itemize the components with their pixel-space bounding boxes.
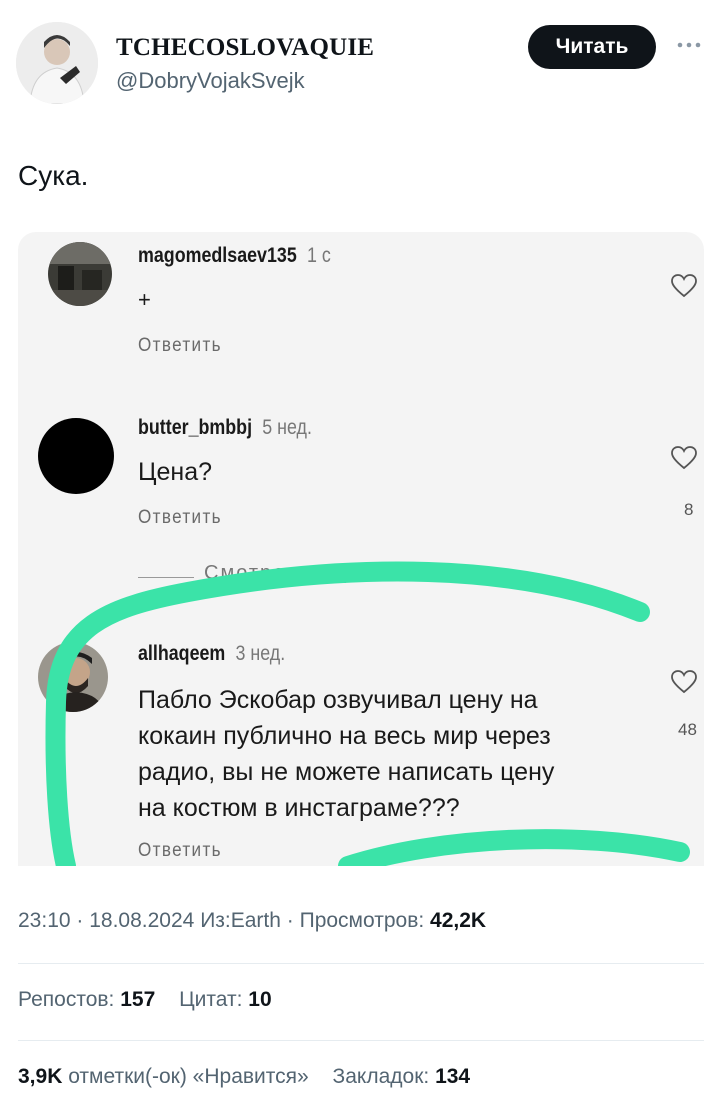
comment-text-line: кокаин публично на весь мир через xyxy=(138,722,551,750)
comment-text-line: Пабло Эскобар озвучивал цену на xyxy=(138,686,538,714)
quotes-stat[interactable]: Цитат: 10 xyxy=(179,988,272,1011)
comment-text: + xyxy=(138,287,151,312)
views-count: 42,2K xyxy=(430,909,487,932)
commenter-avatar xyxy=(38,642,108,712)
likes-label: отметки(-ок) «Нравится» xyxy=(68,1065,309,1088)
ellipsis-icon xyxy=(677,42,701,48)
heart-icon xyxy=(671,670,697,694)
tweet-time[interactable]: 23:10 xyxy=(18,909,71,932)
divider xyxy=(18,963,704,964)
like-count: 8 xyxy=(684,500,694,519)
heart-icon xyxy=(671,446,697,470)
photo-avatar-icon xyxy=(48,242,112,306)
divider xyxy=(18,1040,704,1041)
comment-reply-label: Ответить xyxy=(138,507,222,528)
tweet-meta: 23:10 · 18.08.2024 Из:Earth · Просмотров… xyxy=(18,909,487,932)
likes-count: 3,9K xyxy=(18,1065,63,1088)
comment-username-text: allhaqeem xyxy=(138,642,226,665)
comment-text-line: радио, вы не можете написать цену xyxy=(138,758,555,786)
commenter-avatar xyxy=(38,418,114,494)
like-count: 48 xyxy=(678,720,697,739)
bookmarks-label: Закладок: xyxy=(332,1065,430,1088)
heart-icon xyxy=(671,274,697,298)
reposts-stat[interactable]: Репостов: 157 xyxy=(18,988,161,1011)
comment-username-text: butter_bmbbj xyxy=(138,416,253,439)
comment-reply-label: Ответить xyxy=(138,335,222,356)
comment-reply-label: Ответить xyxy=(138,840,222,861)
author-avatar[interactable] xyxy=(16,22,98,104)
comment-username: magomedlsaev135 1 с xyxy=(138,244,331,268)
tweet-text: Сука. xyxy=(18,160,89,191)
view-replies-line xyxy=(138,577,194,578)
comment-text: Цена? xyxy=(138,458,213,486)
engagement-row: Репостов: 157 Цитат: 10 xyxy=(18,988,290,1012)
likes-stat[interactable]: 3,9K отметки(-ок) «Нравится» xyxy=(18,1065,315,1088)
bookmarks-stat[interactable]: Закладок: 134 xyxy=(333,1065,471,1088)
reposts-label: Репостов: xyxy=(18,988,115,1011)
tweet-media-image[interactable]: magomedlsaev135 1 с + Ответить butter_bmb… xyxy=(18,232,704,866)
author-display-name[interactable]: TCHECOSLOVAQUIE xyxy=(116,34,374,62)
comment-username: butter_bmbbj 5 нед. xyxy=(138,416,312,440)
quotes-label: Цитат: xyxy=(179,988,243,1011)
quotes-count: 10 xyxy=(248,988,272,1011)
comment-time: 1 с xyxy=(306,244,331,267)
author-handle[interactable]: @DobryVojakSvejk xyxy=(116,68,305,94)
engagement-row: 3,9K отметки(-ок) «Нравится» Закладок: 1… xyxy=(18,1065,488,1089)
comment-username: allhaqeem 3 нед. xyxy=(138,642,285,666)
comment-text: Пабло Эскобар озвучивал цену на кокаин п… xyxy=(138,682,554,826)
comment-text-line: на костюм в инстаграме??? xyxy=(138,794,460,822)
profile-photo-icon xyxy=(16,22,98,104)
photo-avatar-icon xyxy=(38,642,108,712)
more-options-button[interactable] xyxy=(672,28,706,62)
views-label: Просмотров: xyxy=(299,909,425,932)
comment-username-text: magomedlsaev135 xyxy=(138,244,297,267)
tweet-source: Из:Earth xyxy=(200,909,281,932)
commenter-avatar xyxy=(48,242,112,306)
bookmarks-count: 134 xyxy=(435,1065,471,1088)
tweet-date[interactable]: 18.08.2024 xyxy=(89,909,194,932)
reposts-count: 157 xyxy=(120,988,156,1011)
view-replies-label: Смотреть ещё 4 ответа xyxy=(204,562,463,584)
comment-time: 3 нед. xyxy=(235,642,286,665)
comment-time: 5 нед. xyxy=(262,416,312,439)
follow-button[interactable]: Читать xyxy=(528,25,656,69)
